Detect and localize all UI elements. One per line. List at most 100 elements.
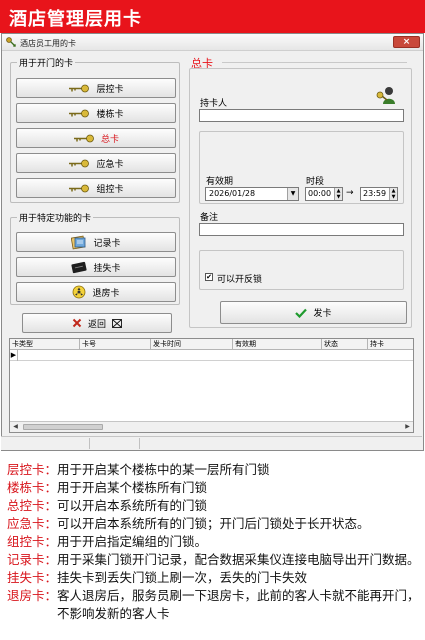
validity-date-select[interactable]: 2026/01/28 ▼: [205, 187, 299, 201]
table-row[interactable]: ▶: [10, 350, 413, 361]
checkout-card-icon: [73, 285, 86, 299]
user-key-icon: [376, 87, 395, 104]
cancel-box-icon: [112, 318, 122, 328]
emergency-card-button[interactable]: 应急卡: [16, 153, 176, 173]
legend-desc: 客人退房后，服务员刷一下退房卡，此前的客人卡就不能再开门，不影响发新的客人卡: [57, 588, 420, 621]
horizontal-scrollbar[interactable]: ◀ ▶: [10, 421, 413, 432]
remark-label: 备注: [200, 213, 219, 223]
key-icon: [73, 134, 94, 142]
key-icon: [69, 159, 90, 167]
holder-label: 持卡人: [200, 99, 228, 109]
scroll-thumb[interactable]: [23, 424, 103, 430]
window-titlebar: 酒店员工用的卡 ×: [2, 34, 423, 51]
legend-item: 层控卡： 用于开启某个楼栋中的某一层所有门锁: [7, 461, 422, 479]
remark-input[interactable]: [199, 223, 404, 236]
col-validity[interactable]: 有效期: [233, 339, 322, 350]
legend-item: 组控卡： 用于开启指定编组的门锁。: [7, 533, 422, 551]
legend-desc: 用于采集门锁开门记录，配合数据采集仪连接电脑导出开门数据。: [57, 552, 420, 567]
page-banner: 酒店管理层用卡: [0, 0, 425, 33]
building-card-button[interactable]: 楼栋卡: [16, 103, 176, 123]
legend-term: 组控卡：: [7, 534, 58, 549]
record-card-icon: [71, 235, 86, 249]
floor-card-button[interactable]: 层控卡: [16, 78, 176, 98]
card-type-legend: 层控卡： 用于开启某个楼栋中的某一层所有门锁 楼栋卡： 用于开启某个楼栋所有门锁…: [7, 461, 422, 623]
legend-item: 挂失卡： 挂失卡到丢失门锁上刷一次，丢失的门卡失效: [7, 569, 422, 587]
door-cards-legend: 用于开门的卡: [17, 56, 76, 69]
scroll-right-icon[interactable]: ▶: [402, 422, 413, 432]
deadbolt-label: 可以开反锁: [217, 275, 263, 285]
deadbolt-checkbox[interactable]: ✔: [205, 273, 213, 281]
time-start-value: 00:00: [308, 189, 332, 198]
legend-item: 楼栋卡： 用于开启某个楼栋所有门锁: [7, 479, 422, 497]
close-x-icon: [72, 318, 82, 328]
legend-term: 总控卡：: [7, 498, 58, 513]
lost-card-label: 挂失卡: [93, 263, 121, 274]
legend-term: 应急卡：: [7, 516, 58, 531]
record-card-button[interactable]: 记录卡: [16, 232, 176, 252]
col-card-type[interactable]: 卡类型: [10, 339, 80, 350]
time-arrow-icon: →: [346, 188, 354, 198]
legend-desc: 可以开启本系统所有的门锁；开门后门锁处于长开状态。: [57, 516, 370, 531]
legend-item: 应急卡： 可以开启本系统所有的门锁；开门后门锁处于长开状态。: [7, 515, 422, 533]
back-label: 返回: [87, 319, 106, 330]
lost-card-icon: [71, 261, 88, 273]
spin-arrows-icon[interactable]: ▲ ▼: [389, 188, 397, 200]
master-card-label: 总卡: [100, 134, 119, 145]
lost-card-button[interactable]: 挂失卡: [16, 257, 176, 277]
col-issue-time[interactable]: 发卡时间: [151, 339, 233, 350]
emergency-card-label: 应急卡: [96, 159, 124, 170]
special-cards-legend: 用于特定功能的卡: [17, 211, 94, 224]
legend-desc: 用于开启某个楼栋所有门锁: [57, 480, 208, 495]
date-value: 2026/01/28: [209, 189, 256, 198]
record-card-label: 记录卡: [93, 238, 121, 249]
time-start-spinner[interactable]: 00:00 ▲ ▼: [305, 187, 343, 201]
time-end-value: 23:59: [363, 189, 387, 198]
status-divider: [89, 438, 90, 449]
legend-desc: 挂失卡到丢失门锁上刷一次，丢失的门卡失效: [57, 570, 308, 585]
holder-input[interactable]: [199, 109, 404, 122]
key-icon: [69, 184, 90, 192]
legend-term: 楼栋卡：: [7, 480, 58, 495]
legend-term: 层控卡：: [7, 462, 58, 477]
window-close-button[interactable]: ×: [393, 36, 420, 48]
key-icon: [69, 109, 90, 117]
issue-card-button[interactable]: 发卡: [220, 301, 407, 324]
check-icon: [295, 308, 308, 318]
col-status[interactable]: 状态: [322, 339, 368, 350]
legend-term: 挂失卡：: [7, 570, 58, 585]
legend-desc: 用于开启指定编组的门锁。: [57, 534, 208, 549]
group-card-button[interactable]: 组控卡: [16, 178, 176, 198]
back-button[interactable]: 返回: [22, 313, 172, 333]
master-card-button[interactable]: 总卡: [16, 128, 176, 148]
card-records-grid[interactable]: 卡类型 卡号 发卡时间 有效期 状态 持卡 ▶ ◀ ▶: [9, 338, 414, 433]
validity-label: 有效期: [206, 177, 234, 187]
col-card-number[interactable]: 卡号: [80, 339, 151, 350]
floor-card-label: 层控卡: [96, 84, 124, 95]
legend-desc: 可以开启本系统所有的门锁: [57, 498, 208, 513]
checkout-card-button[interactable]: 退房卡: [16, 282, 176, 302]
status-divider: [139, 438, 140, 449]
legend-term: 记录卡：: [7, 552, 58, 567]
time-end-spinner[interactable]: 23:59 ▲ ▼: [360, 187, 398, 201]
time-label: 时段: [306, 177, 325, 187]
col-holder[interactable]: 持卡: [368, 339, 413, 350]
checkout-card-label: 退房卡: [92, 288, 120, 299]
legend-item: 退房卡： 客人退房后，服务员刷一下退房卡，此前的客人卡就不能再开门，不影响发新的…: [7, 587, 422, 623]
chevron-down-icon[interactable]: ▼: [287, 188, 298, 200]
group-card-label: 组控卡: [96, 184, 124, 195]
legend-desc: 用于开启某个楼栋中的某一层所有门锁: [57, 462, 270, 477]
app-key-icon: [6, 37, 16, 47]
issue-card-label: 发卡: [313, 309, 332, 319]
legend-item: 记录卡： 用于采集门锁开门记录，配合数据采集仪连接电脑导出开门数据。: [7, 551, 422, 569]
scroll-left-icon[interactable]: ◀: [10, 422, 21, 432]
row-indicator-icon: ▶: [10, 350, 18, 361]
status-bar: [1, 436, 422, 450]
building-card-label: 楼栋卡: [96, 109, 124, 120]
banner-title: 酒店管理层用卡: [9, 9, 142, 30]
legend-term: 退房卡：: [7, 588, 58, 603]
legend-item: 总控卡： 可以开启本系统所有的门锁: [7, 497, 422, 515]
card-form-divider: [222, 62, 407, 63]
grid-header: 卡类型 卡号 发卡时间 有效期 状态 持卡: [10, 339, 413, 350]
window-title: 酒店员工用的卡: [20, 39, 76, 48]
spin-arrows-icon[interactable]: ▲ ▼: [334, 188, 342, 200]
